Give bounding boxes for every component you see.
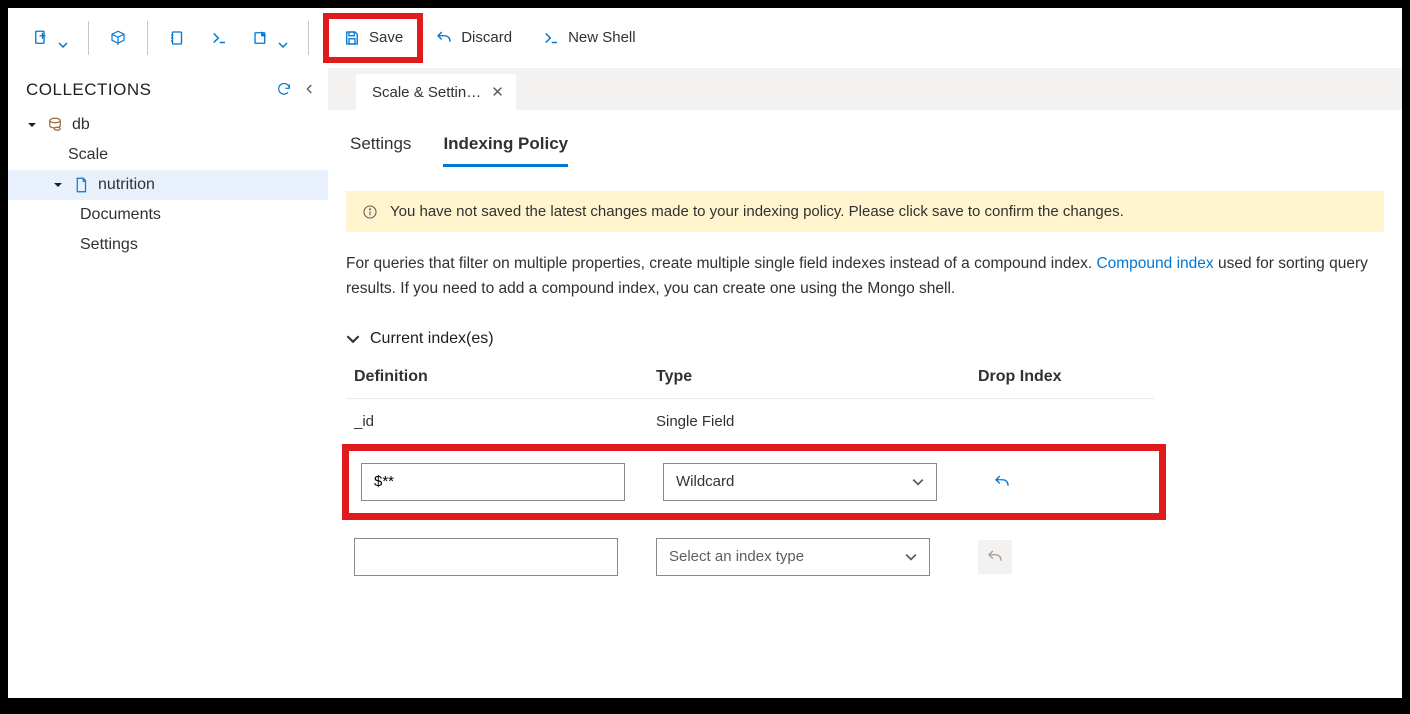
info-icon <box>362 204 378 220</box>
index-row: Wildcard <box>353 457 1155 507</box>
chevron-down-icon <box>912 476 924 488</box>
index-definition-input[interactable] <box>361 463 625 501</box>
chevron-down-icon <box>278 35 288 41</box>
document-plus-icon <box>32 29 50 47</box>
divider <box>147 21 148 55</box>
save-button[interactable]: Save <box>331 23 415 53</box>
index-row: Select an index type <box>346 520 1154 590</box>
refresh-icon <box>276 81 292 97</box>
panel: Settings Indexing Policy You have not sa… <box>328 110 1402 698</box>
main: Scale & Settin… ✕ Settings Indexing Poli… <box>328 68 1402 698</box>
index-table: Definition Type Drop Index _id Single Fi… <box>346 368 1154 590</box>
new-item-dropdown[interactable] <box>20 23 80 53</box>
alert-text: You have not saved the latest changes ma… <box>390 203 1124 220</box>
index-type-placeholder: Select an index type <box>669 548 804 565</box>
tree-documents-label: Documents <box>80 206 161 224</box>
save-button-highlight: Save <box>323 13 423 63</box>
refresh-button[interactable] <box>276 81 292 100</box>
col-header-type: Type <box>656 368 946 386</box>
caret-down-icon <box>26 120 38 130</box>
tree-settings[interactable]: Settings <box>8 230 328 260</box>
divider <box>88 21 89 55</box>
compound-index-link[interactable]: Compound index <box>1096 255 1213 272</box>
document-icon <box>72 176 90 194</box>
new-shell-label: New Shell <box>568 29 636 46</box>
new-shell-button[interactable]: New Shell <box>530 23 648 53</box>
toolbar: Save Discard New Shell <box>8 8 1402 68</box>
undo-icon <box>986 548 1004 566</box>
index-type-value: Wildcard <box>676 473 734 490</box>
tree-settings-label: Settings <box>80 236 138 254</box>
close-icon[interactable]: ✕ <box>491 83 504 101</box>
drop-index-button-disabled <box>978 540 1012 574</box>
open-icon <box>252 29 270 47</box>
subtab-settings[interactable]: Settings <box>350 134 411 167</box>
discard-label: Discard <box>461 29 512 46</box>
tree-collection-label: nutrition <box>98 176 155 194</box>
index-type-select[interactable]: Select an index type <box>656 538 930 576</box>
index-type-select[interactable]: Wildcard <box>663 463 937 501</box>
index-definition-input[interactable] <box>354 538 618 576</box>
collapse-button[interactable] <box>302 81 318 100</box>
chevron-left-icon <box>302 81 318 97</box>
undo-icon <box>435 29 453 47</box>
subtab-indexing-policy[interactable]: Indexing Policy <box>443 134 568 167</box>
index-type-readonly: Single Field <box>656 413 946 430</box>
help-text: For queries that filter on multiple prop… <box>346 252 1384 302</box>
tree-db-label: db <box>72 116 90 134</box>
database-icon <box>46 116 64 134</box>
col-header-definition: Definition <box>354 368 624 386</box>
drop-index-button[interactable] <box>985 465 1019 499</box>
document-tab-title: Scale & Settin… <box>372 84 481 101</box>
col-header-drop: Drop Index <box>978 368 1146 386</box>
save-label: Save <box>369 29 403 46</box>
tree-db[interactable]: db <box>8 110 328 140</box>
prompt-icon <box>542 29 560 47</box>
tree-collection[interactable]: nutrition <box>8 170 328 200</box>
document-tab[interactable]: Scale & Settin… ✕ <box>356 74 516 110</box>
cube-icon <box>109 29 127 47</box>
caret-down-icon <box>52 180 64 190</box>
notebook-button[interactable] <box>156 23 198 53</box>
tab-strip: Scale & Settin… ✕ <box>328 68 1402 110</box>
index-row-highlight: Wildcard <box>342 444 1166 520</box>
open-dropdown[interactable] <box>240 23 300 53</box>
tree-documents[interactable]: Documents <box>8 200 328 230</box>
help-text-1: For queries that filter on multiple prop… <box>346 255 1096 272</box>
sidebar: COLLECTIONS db Scale nutrit <box>8 68 328 698</box>
shell-button[interactable] <box>198 23 240 53</box>
unsaved-changes-alert: You have not saved the latest changes ma… <box>346 191 1384 232</box>
index-def-readonly: _id <box>354 413 624 430</box>
tree-scale-label: Scale <box>68 146 108 164</box>
save-icon <box>343 29 361 47</box>
tree-scale[interactable]: Scale <box>8 140 328 170</box>
chevron-down-icon <box>346 332 360 346</box>
undo-icon <box>993 473 1011 491</box>
chevron-down-icon <box>58 35 68 41</box>
index-row: _id Single Field <box>346 399 1154 444</box>
section-current-indexes[interactable]: Current index(es) <box>346 330 1384 348</box>
prompt-icon <box>210 29 228 47</box>
notebook-icon <box>168 29 186 47</box>
chevron-down-icon <box>905 551 917 563</box>
cube-button[interactable] <box>97 23 139 53</box>
section-title: Current index(es) <box>370 330 494 348</box>
discard-button[interactable]: Discard <box>423 23 524 53</box>
sidebar-title: COLLECTIONS <box>26 80 151 100</box>
divider <box>308 21 309 55</box>
tree: db Scale nutrition Documents Settings <box>8 110 328 260</box>
